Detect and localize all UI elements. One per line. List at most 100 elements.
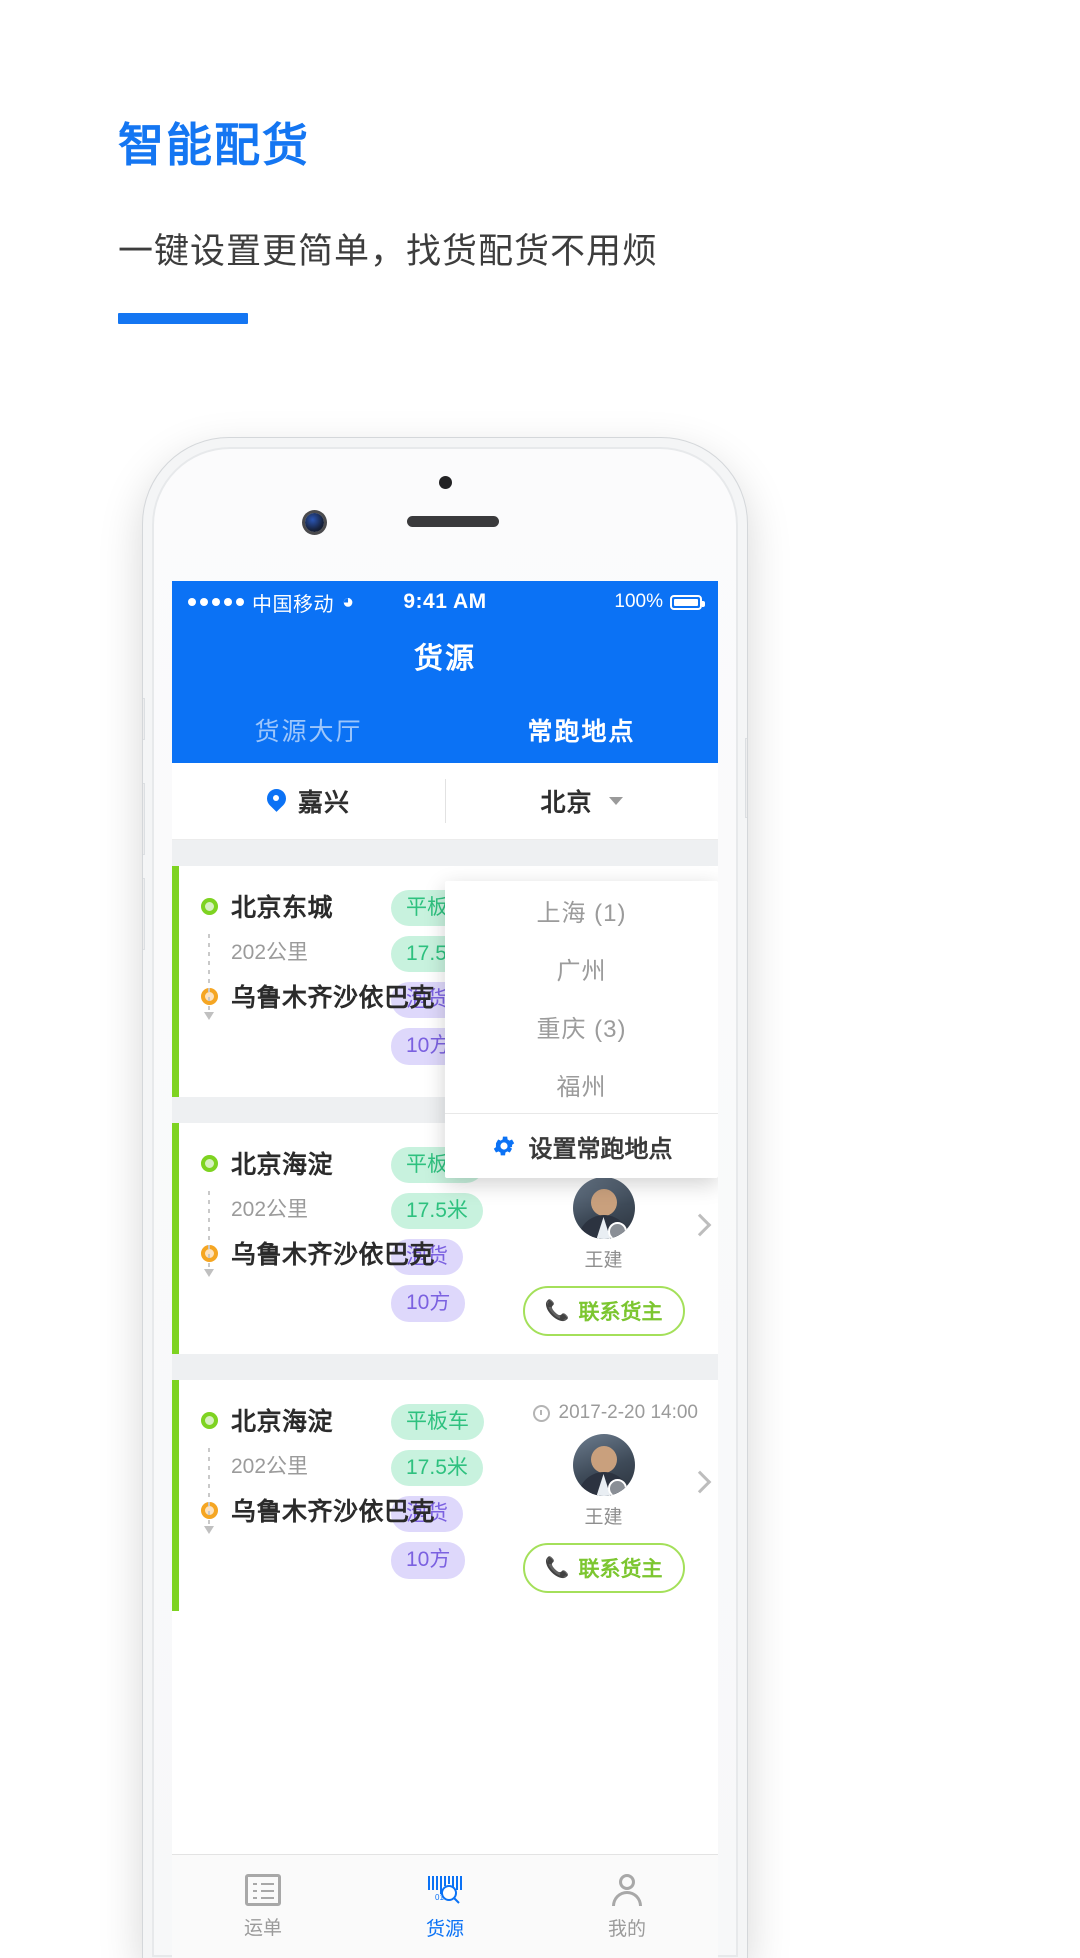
status-bar-left: 中国移动 ◕ [188, 588, 354, 617]
bottom-navigation: 运单 01 货源 我的 [172, 1854, 718, 1958]
avatar [572, 1434, 635, 1496]
chevron-down-icon [608, 797, 623, 805]
destination-row: 乌鲁木齐沙依巴克 [201, 1235, 435, 1271]
origin-dot-icon [201, 1411, 218, 1429]
chevron-right-icon[interactable] [688, 1470, 712, 1494]
origin-city: 北京海淀 [231, 1408, 334, 1436]
screen-content: 嘉兴 北京 北京东城 202公里 乌鲁木齐沙依巴克 平板车 17.5米 泡货 1… [172, 763, 718, 1958]
tag-length: 17.5米 [391, 1450, 483, 1487]
table-row[interactable]: 北京海淀 202公里 乌鲁木齐沙依巴克 平板车 17.5米 泡货 10方 [172, 1380, 718, 1611]
power-button [745, 738, 747, 818]
status-bar: 中国移动 ◕ 9:41 AM 100% [172, 581, 718, 623]
destination-dropdown-menu: 上海 (1) 广州 重庆 (3) 福州 设置常跑地点 [445, 881, 718, 1178]
svg-text:01: 01 [435, 1893, 444, 1902]
owner-block[interactable]: 王建 [561, 1177, 647, 1272]
nav-item-cargo-label: 货源 [425, 1919, 464, 1940]
origin-filter[interactable]: 嘉兴 [172, 763, 445, 839]
owner-block[interactable]: 王建 [561, 1434, 647, 1529]
dropdown-item-label: 福州 [556, 1073, 607, 1101]
owner-name: 王建 [584, 1250, 623, 1271]
volume-up-button [143, 783, 145, 855]
earpiece-speaker [407, 516, 499, 527]
avatar [572, 1177, 635, 1239]
tab-frequent-routes[interactable]: 常跑地点 [445, 697, 718, 763]
tag-volume: 10方 [391, 1542, 466, 1579]
contact-owner-label: 联系货主 [578, 1301, 663, 1324]
promo-block: 智能配货 一键设置更简单，找货配货不用烦 [118, 120, 938, 274]
phone-screen: 中国移动 ◕ 9:41 AM 100% 货源 货源大厅 常跑地点 嘉兴 北京 北… [172, 581, 718, 1958]
route-dash-line [204, 1448, 214, 1534]
list-separator [172, 840, 718, 866]
cargo-icon: 01 [425, 1873, 465, 1907]
proximity-sensor-icon [439, 476, 452, 489]
contact-owner-button[interactable]: 📞 联系货主 [522, 1543, 685, 1593]
route-column: 北京海淀 202公里 乌鲁木齐沙依巴克 [179, 1145, 435, 1336]
battery-percent-label: 100% [614, 591, 663, 612]
destination-filter-label: 北京 [540, 789, 593, 817]
route-distance: 202公里 [231, 1455, 309, 1478]
gear-icon [491, 1133, 517, 1159]
tag-truck-type: 平板车 [391, 1404, 484, 1441]
list-separator [172, 1354, 718, 1380]
front-camera-icon [305, 513, 324, 532]
contact-owner-button[interactable]: 📞 联系货主 [522, 1286, 685, 1336]
chevron-right-icon[interactable] [688, 1213, 712, 1237]
pickup-time: 2017-2-20 14:00 [503, 1402, 704, 1424]
route-column: 北京海淀 202公里 乌鲁木齐沙依巴克 [179, 1402, 435, 1593]
tab-frequent-routes-label: 常跑地点 [527, 718, 636, 746]
origin-dot-icon [201, 1154, 218, 1172]
destination-city: 乌鲁木齐沙依巴克 [231, 1241, 436, 1269]
accent-rule [118, 313, 248, 324]
destination-filter[interactable]: 北京 [445, 763, 718, 839]
user-icon [610, 1873, 644, 1907]
app-title: 货源 [413, 643, 476, 675]
tab-cargo-hall-label: 货源大厅 [254, 718, 363, 746]
route-dash-line [204, 934, 214, 1020]
page-title: 智能配货 [118, 119, 310, 171]
origin-city: 北京海淀 [231, 1151, 334, 1179]
contact-owner-label: 联系货主 [578, 1558, 663, 1581]
signal-strength-icon [188, 598, 244, 606]
dropdown-item-fuzhou[interactable]: 福州 [445, 1055, 718, 1113]
nav-item-cargo[interactable]: 01 货源 [354, 1855, 536, 1958]
pickup-time-label: 2017-2-20 14:00 [558, 1402, 698, 1423]
route-distance: 202公里 [231, 941, 309, 964]
verified-badge-icon [607, 1479, 627, 1496]
wifi-icon: ◕ [342, 591, 355, 613]
dropdown-item-label: 上海 (1) [536, 899, 627, 927]
nav-item-waybill-label: 运单 [243, 1918, 282, 1939]
nav-item-waybill[interactable]: 运单 [172, 1855, 354, 1958]
destination-city: 乌鲁木齐沙依巴克 [231, 1498, 436, 1526]
origin-row: 北京东城 [201, 888, 391, 924]
status-bar-right: 100% [614, 591, 705, 613]
destination-row: 乌鲁木齐沙依巴克 [201, 978, 435, 1014]
dropdown-item-label: 广州 [556, 957, 607, 985]
tab-cargo-hall[interactable]: 货源大厅 [172, 697, 445, 763]
origin-row: 北京海淀 [201, 1402, 391, 1438]
dropdown-item-guangzhou[interactable]: 广州 [445, 939, 718, 997]
phone-icon: 📞 [544, 1300, 570, 1322]
volume-down-button [143, 878, 145, 950]
dropdown-item-chongqing[interactable]: 重庆 (3) [445, 997, 718, 1055]
detail-column: 2017-2-20 14:00 王建 📞 联系货主 [503, 1402, 718, 1593]
phone-mockup: 中国移动 ◕ 9:41 AM 100% 货源 货源大厅 常跑地点 嘉兴 北京 北… [143, 438, 747, 1958]
waybill-icon [245, 1874, 281, 1906]
mute-switch [143, 698, 145, 740]
nav-item-profile[interactable]: 我的 [536, 1855, 718, 1958]
phone-icon: 📞 [544, 1557, 570, 1579]
dropdown-item-shanghai[interactable]: 上海 (1) [445, 881, 718, 939]
route-column: 北京东城 202公里 乌鲁木齐沙依巴克 [179, 888, 435, 1079]
location-pin-icon [267, 789, 286, 814]
verified-badge-icon [607, 1222, 627, 1239]
carrier-label: 中国移动 [252, 593, 334, 616]
route-dash-line [204, 1191, 214, 1277]
origin-filter-label: 嘉兴 [297, 789, 350, 817]
page-subtitle: 一键设置更简单，找货配货不用烦 [118, 231, 659, 271]
destination-city: 乌鲁木齐沙依巴克 [231, 984, 436, 1012]
app-header: 货源 货源大厅 常跑地点 [172, 623, 718, 763]
configure-frequent-routes-button[interactable]: 设置常跑地点 [445, 1114, 718, 1178]
route-filter-bar: 嘉兴 北京 [172, 763, 718, 840]
origin-city: 北京东城 [231, 894, 334, 922]
nav-item-profile-label: 我的 [607, 1919, 646, 1940]
destination-row: 乌鲁木齐沙依巴克 [201, 1492, 435, 1528]
